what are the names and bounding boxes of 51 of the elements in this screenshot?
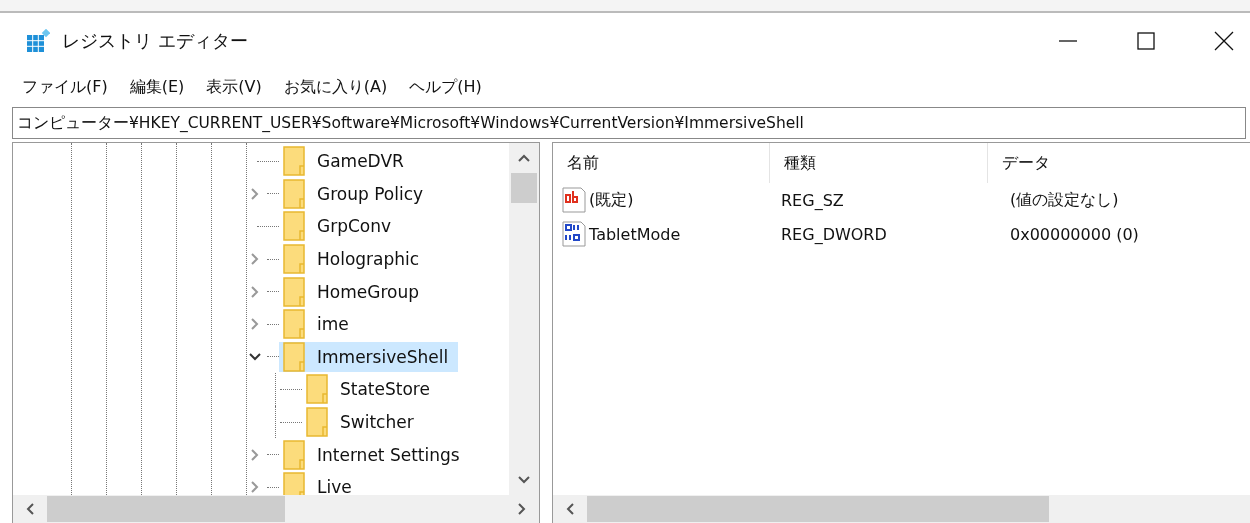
tree-item[interactable]: Internet Settings <box>279 439 470 470</box>
close-button[interactable] <box>1214 31 1234 51</box>
folder-icon <box>283 146 305 177</box>
maximize-button[interactable] <box>1136 31 1156 51</box>
value-type: REG_DWORD <box>780 224 888 244</box>
folder-icon <box>283 276 305 307</box>
address-bar[interactable]: コンピューター¥HKEY_CURRENT_USER¥Software¥Microsoft¥Windows¥CurrentVersion¥ImmersiveShell <box>12 107 1246 139</box>
folder-icon <box>283 211 305 242</box>
menu-item[interactable]: ヘルプ(H) <box>409 76 482 98</box>
string-value-icon <box>561 186 587 214</box>
tree-item[interactable]: ImmersiveShell <box>279 341 459 372</box>
tree-item[interactable]: HomeGroup <box>279 276 429 307</box>
menu-item[interactable]: 編集(E) <box>129 76 185 98</box>
folder-icon <box>283 309 305 340</box>
tree-item[interactable]: GrpConv <box>279 211 402 242</box>
tree-item[interactable]: Switcher <box>302 407 424 438</box>
tree-item[interactable]: Holographic <box>279 244 430 275</box>
scrollbar-thumb[interactable] <box>511 173 537 203</box>
tree-item[interactable]: Live <box>279 472 362 495</box>
folder-icon <box>283 244 305 275</box>
column-header[interactable]: データ <box>988 143 1228 183</box>
scroll-left-icon[interactable] <box>565 502 575 516</box>
folder-icon <box>306 407 328 438</box>
window-title: レジストリ エディター <box>62 29 248 53</box>
menu-item[interactable]: ファイル(F) <box>22 76 108 98</box>
value-name[interactable]: (既定) <box>589 189 634 211</box>
registry-icon <box>26 29 50 53</box>
value-data: 0x00000000 (0) <box>1009 224 1140 244</box>
column-header[interactable]: 種類 <box>770 143 988 183</box>
binary-value-icon <box>561 220 587 248</box>
scrollbar-thumb[interactable] <box>47 496 285 522</box>
folder-icon <box>283 472 305 495</box>
value-name[interactable]: TabletMode <box>589 224 681 244</box>
folder-icon <box>283 439 305 470</box>
folder-icon <box>306 374 328 405</box>
folder-icon <box>283 341 305 372</box>
scroll-down-icon[interactable] <box>517 475 531 485</box>
folder-icon <box>283 178 305 209</box>
menu-item[interactable]: 表示(V) <box>206 76 262 98</box>
tree-item[interactable]: ime <box>279 309 359 340</box>
tree-item[interactable]: StateStore <box>302 374 440 405</box>
scroll-up-icon[interactable] <box>517 153 531 163</box>
scrollbar-thumb[interactable] <box>587 496 1049 522</box>
tree-item[interactable]: Group Policy <box>279 178 434 209</box>
tree-item[interactable]: GameDVR <box>279 146 414 177</box>
value-type: REG_SZ <box>780 190 845 210</box>
menu-item[interactable]: お気に入り(A) <box>283 76 388 98</box>
scroll-right-icon[interactable] <box>517 502 527 516</box>
value-data: (値の設定なし) <box>1009 189 1120 211</box>
scroll-left-icon[interactable] <box>25 502 35 516</box>
column-header[interactable]: 名前 <box>553 143 770 183</box>
